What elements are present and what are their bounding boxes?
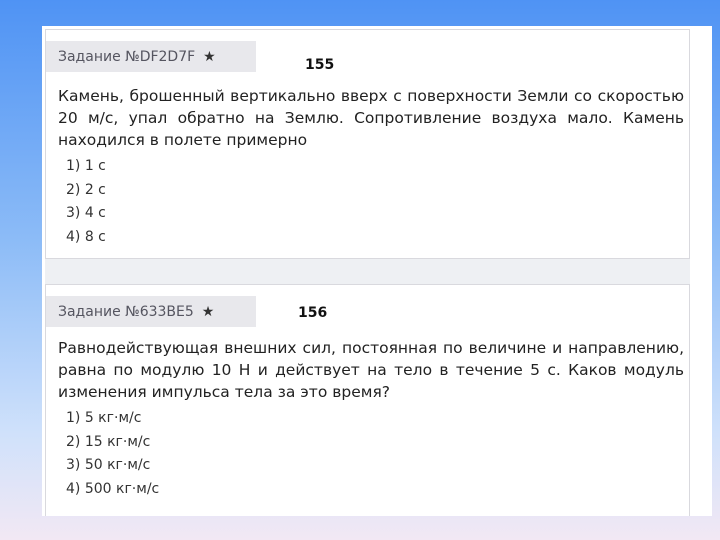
slide: Задание №DF2D7F ★ 155 Камень, брошенный …: [42, 26, 712, 516]
card-separator: [45, 259, 690, 284]
answer-option[interactable]: 3) 4 с: [66, 202, 106, 226]
task-header-1: Задание №DF2D7F ★: [46, 41, 256, 72]
question-text: Камень, брошенный вертикально вверх с по…: [58, 87, 684, 149]
answer-list: 1) 1 с 2) 2 с 3) 4 с 4) 8 с: [66, 155, 106, 249]
answer-option[interactable]: 4) 500 кг·м/с: [66, 478, 159, 502]
star-icon[interactable]: ★: [203, 49, 216, 65]
slide-number-label: 156: [298, 305, 328, 321]
slide-number-label: 155: [305, 57, 335, 73]
answer-option[interactable]: 2) 2 с: [66, 179, 106, 203]
task-header-label: Задание №DF2D7F: [58, 48, 196, 65]
star-icon[interactable]: ★: [202, 304, 215, 320]
question-text: Равнодействующая внешних сил, постоянная…: [58, 339, 684, 401]
answer-option[interactable]: 2) 15 кг·м/с: [66, 431, 159, 455]
task-header-label: Задание №633BE5: [58, 303, 194, 320]
answer-option[interactable]: 3) 50 кг·м/с: [66, 454, 159, 478]
task-card-2: Задание №633BE5 ★ 156 Равнодействующая в…: [45, 284, 690, 516]
task-card-1: Задание №DF2D7F ★ 155 Камень, брошенный …: [45, 29, 690, 259]
answer-option[interactable]: 1) 1 с: [66, 155, 106, 179]
answer-option[interactable]: 1) 5 кг·м/с: [66, 407, 159, 431]
answer-option[interactable]: 4) 8 с: [66, 226, 106, 250]
answer-list: 1) 5 кг·м/с 2) 15 кг·м/с 3) 50 кг·м/с 4)…: [66, 407, 159, 501]
task-header-2: Задание №633BE5 ★: [46, 296, 256, 327]
